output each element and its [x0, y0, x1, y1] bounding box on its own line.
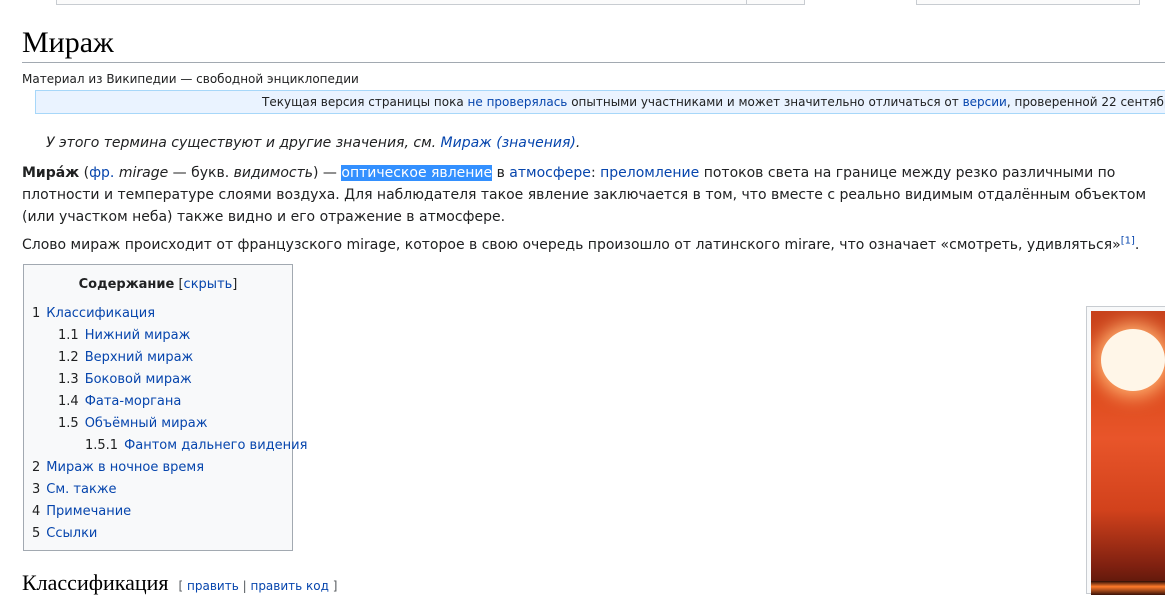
toc-header: Содержание [скрыть]	[24, 275, 292, 295]
toc-item[interactable]: 1.5 Объёмный мираж	[24, 413, 292, 435]
toc-item[interactable]: 1 Классификация	[24, 303, 292, 325]
tab[interactable]	[1074, 0, 1140, 5]
term: Мира́ж	[22, 165, 80, 181]
tab[interactable]	[746, 0, 805, 5]
toc-list: 1 Классификация 1.1 Нижний мираж 1.2 Верхни…	[24, 303, 307, 545]
section-heading-classification: Классификация [ править | править код ]	[22, 570, 337, 596]
toc-item[interactable]: 4 Примечание	[24, 501, 292, 523]
site-tagline: Материал из Википедии — свободной энцикл…	[22, 72, 359, 86]
bracket: [	[174, 277, 184, 292]
text: .	[1134, 237, 1140, 253]
reference-link[interactable]: [1]	[1121, 235, 1135, 246]
text: Слово мираж происходит от французского m…	[22, 237, 1121, 253]
toc-item[interactable]: 1.1 Нижний мираж	[24, 325, 292, 347]
text: в	[492, 165, 510, 181]
table-of-contents: Содержание [скрыть] 1 Классификация 1.1 Ни…	[23, 264, 307, 551]
edit-source-link[interactable]: править код	[250, 579, 328, 593]
text: ) —	[313, 165, 342, 181]
mirage-thumbnail[interactable]	[1086, 306, 1165, 595]
bracket: ]	[232, 277, 238, 292]
toc-link[interactable]: Верхний мираж	[85, 350, 194, 365]
toc-link[interactable]: Боковой мираж	[85, 372, 192, 387]
sun-disc	[1101, 329, 1165, 391]
toc-item[interactable]: 1.5.1 Фантом дальнего видения	[24, 435, 307, 457]
text: :	[590, 165, 601, 181]
toc-link[interactable]: Ссылки	[46, 526, 97, 541]
optical-phenomenon-link[interactable]: оптическое явление	[341, 165, 493, 181]
sunset-image[interactable]	[1091, 311, 1165, 595]
toc-number: 1.1	[58, 328, 79, 343]
toc-link[interactable]: Фантом дальнего видения	[124, 438, 307, 453]
notice-text: , проверенной 22 сентября 2016; проверки…	[1006, 95, 1165, 109]
toc-item[interactable]: 1.4 Фата-моргана	[24, 391, 292, 413]
unreviewed-link[interactable]: не проверялась	[468, 95, 568, 109]
toc-link[interactable]: Объёмный мираж	[85, 416, 208, 431]
tab[interactable]	[983, 0, 1075, 5]
hatnote-end: .	[575, 135, 581, 151]
toc-link[interactable]: Примечание	[46, 504, 131, 519]
section-title: Классификация	[22, 570, 169, 595]
tab[interactable]	[56, 0, 150, 5]
disambiguation-link[interactable]: Мираж (значения)	[441, 135, 576, 151]
separator: |	[238, 579, 251, 593]
toc-item[interactable]: 1.3 Боковой мираж	[24, 369, 292, 391]
tab[interactable]	[916, 0, 985, 5]
notice-text: Текущая версия страницы пока	[262, 95, 468, 109]
toc-link[interactable]: Нижний мираж	[85, 328, 191, 343]
toc-item[interactable]: 3 См. также	[24, 479, 292, 501]
tab[interactable]	[148, 0, 747, 5]
text: — букв.	[168, 165, 234, 181]
edit-link[interactable]: править	[187, 579, 239, 593]
text: (	[79, 165, 90, 181]
toc-number: 1.2	[58, 350, 79, 365]
toc-item[interactable]: 1.2 Верхний мираж	[24, 347, 292, 369]
stable-version-link[interactable]: версии	[963, 95, 1007, 109]
toc-link[interactable]: Мираж в ночное время	[46, 460, 204, 475]
toc-number: 1.5.1	[85, 438, 119, 453]
toc-number: 3	[32, 482, 41, 497]
literal-meaning: видимость	[233, 165, 313, 181]
toc-title: Содержание	[78, 277, 175, 292]
refraction-link[interactable]: преломление	[600, 165, 699, 181]
section-edit-links: [ править | править код ]	[179, 579, 338, 593]
toc-number: 5	[32, 526, 41, 541]
hatnote: У этого термина существуют и другие знач…	[46, 135, 580, 151]
toc-number: 1	[32, 306, 41, 321]
toc-number: 1.3	[58, 372, 79, 387]
toc-link[interactable]: Фата-моргана	[85, 394, 182, 409]
lead-paragraph: Мира́ж (фр. mirage — букв. видимость) — …	[22, 162, 1162, 228]
toc-number: 1.4	[58, 394, 79, 409]
toc-number: 1.5	[58, 416, 79, 431]
page-tabs	[0, 0, 1165, 6]
page-title: Мираж	[22, 24, 1165, 63]
toc-item[interactable]: 5 Ссылки	[24, 523, 292, 545]
toc-number: 4	[32, 504, 41, 519]
atmosphere-link[interactable]: атмосфере	[509, 165, 591, 181]
toc-link[interactable]: См. также	[46, 482, 116, 497]
bracket: [	[178, 579, 188, 593]
toc-link[interactable]: Классификация	[46, 306, 155, 321]
toc-hide-link[interactable]: скрыть	[184, 277, 233, 292]
toc-item[interactable]: 2 Мираж в ночное время	[24, 457, 292, 479]
etymology-paragraph: Слово мираж происходит от французского m…	[22, 234, 1162, 256]
sea-horizon	[1091, 581, 1165, 595]
foreign-word: mirage	[114, 165, 169, 181]
flagged-revisions-notice: Текущая версия страницы пока не проверял…	[35, 90, 1165, 114]
toc-number: 2	[32, 460, 41, 475]
bracket: ]	[328, 579, 338, 593]
notice-text: опытными участниками и может значительно…	[567, 95, 963, 109]
hatnote-text: У этого термина существуют и другие знач…	[46, 135, 441, 151]
french-lang-link[interactable]: фр.	[89, 165, 114, 181]
